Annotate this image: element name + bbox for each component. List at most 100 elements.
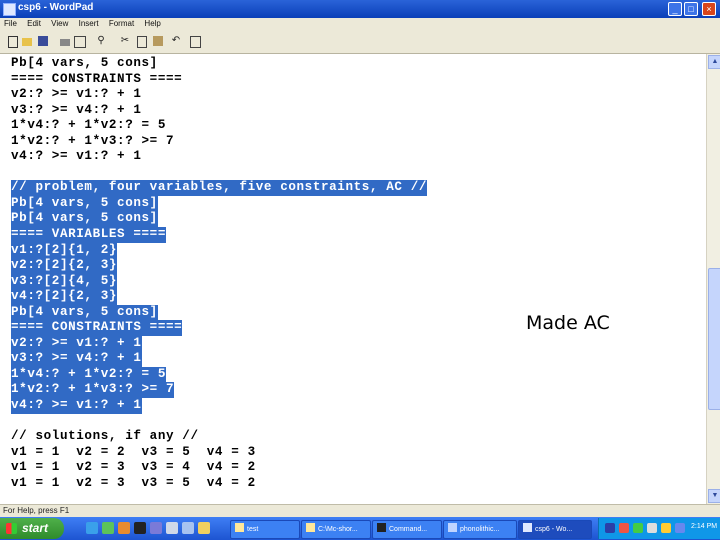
document-line: 1*v2:? + 1*v3:? >= 7	[11, 134, 427, 150]
line-text: v1:?[2]{1, 2}	[11, 242, 118, 259]
task-button-csp6[interactable]: csp6 - Wo...	[518, 520, 592, 539]
document-line: v2:? >= v1:? + 1	[11, 87, 427, 103]
new-icon[interactable]	[8, 36, 18, 48]
line-text: v2:? >= v1:? + 1	[11, 335, 142, 352]
undo-icon[interactable]: ↶	[171, 36, 181, 46]
print-icon[interactable]	[60, 39, 70, 46]
task-button-mcshor[interactable]: C:\Mc-shor...	[301, 520, 371, 539]
line-text: v1 = 1 v2 = 3 v3 = 4 v4 = 2	[11, 460, 256, 475]
clock[interactable]: 2:14 PM	[691, 523, 717, 530]
task-button-phonolithic[interactable]: phonolithic...	[443, 520, 517, 539]
copy-icon[interactable]	[137, 36, 147, 48]
line-text: v4:? >= v1:? + 1	[11, 398, 142, 414]
document-line: 1*v4:? + 1*v2:? = 5	[11, 366, 427, 383]
line-text: v2:?[2]{2, 3}	[11, 258, 118, 274]
document-line: v1 = 1 v2 = 2 v3 = 5 v4 = 3	[11, 445, 427, 461]
tray-icon-5[interactable]	[661, 523, 671, 533]
document-text: Pb[4 vars, 5 cons] ==== CONSTRAINTS ==== v…	[11, 56, 428, 492]
start-label: start	[22, 521, 49, 535]
line-text: 1*v4:? + 1*v2:? = 5	[11, 366, 166, 383]
menu-edit[interactable]: Edit	[23, 18, 45, 28]
task-label: phonolithic...	[460, 526, 500, 533]
minimize-button[interactable]: _	[668, 2, 682, 16]
document-line: // problem, four variables, five constra…	[11, 180, 428, 196]
document-line: ==== CONSTRAINTS ====	[11, 320, 427, 336]
find-icon[interactable]: ⚲	[96, 36, 106, 46]
document-line: v2:?[2]{2, 3}	[11, 258, 427, 274]
document-line: v1 = 1 v2 = 3 v3 = 5 v4 = 2	[11, 476, 427, 492]
line-text: // solutions, if any //	[11, 429, 199, 444]
maximize-button[interactable]: □	[684, 2, 698, 16]
line-text: v1 = 1 v2 = 2 v3 = 5 v4 = 3	[11, 444, 256, 459]
menu-insert[interactable]: Insert	[75, 18, 103, 28]
line-text: ==== CONSTRAINTS ====	[11, 320, 183, 336]
notepad-icon[interactable]	[166, 522, 178, 534]
menu-help[interactable]: Help	[140, 18, 164, 28]
annotation-label: Made AC	[526, 312, 610, 334]
command-prompt-icon[interactable]	[134, 522, 146, 534]
document-line: // solutions, if any //	[11, 429, 427, 445]
print-preview-icon[interactable]	[74, 36, 86, 48]
line-text: // problem, four variables, five constra…	[11, 180, 428, 196]
line-text: Pb[4 vars, 5 cons]	[11, 211, 158, 228]
line-text: 1*v2:? + 1*v3:? >= 7	[11, 382, 175, 399]
start-button[interactable]: start	[0, 518, 64, 539]
task-button-test[interactable]: test	[230, 520, 300, 539]
wordpad-icon	[523, 523, 532, 532]
quick-launch-icon-2[interactable]	[182, 522, 194, 534]
document-line: Pb[4 vars, 5 cons]	[11, 304, 427, 321]
line-text: 1*v2:? + 1*v3:? >= 7	[11, 133, 175, 148]
document-line: v4:? >= v1:? + 1	[11, 149, 427, 165]
line-text: v3:? >= v4:? + 1	[11, 102, 142, 117]
document-line: ==== VARIABLES ====	[11, 227, 427, 243]
line-text: v1 = 1 v2 = 3 v3 = 5 v4 = 2	[11, 475, 256, 490]
tray-icon-2[interactable]	[619, 523, 629, 533]
scroll-down-icon[interactable]: ▼	[708, 489, 720, 503]
task-label: csp6 - Wo...	[535, 526, 573, 533]
quick-launch-icon[interactable]	[150, 522, 162, 534]
menu-file[interactable]: File	[0, 18, 21, 28]
cut-icon[interactable]: ✂	[120, 36, 130, 46]
document-line: 1*v2:? + 1*v3:? >= 7	[11, 382, 427, 399]
close-button[interactable]: ×	[702, 2, 716, 16]
vertical-scrollbar[interactable]: ▲ ▼	[706, 54, 720, 504]
system-tray: 2:14 PM	[598, 518, 720, 539]
show-desktop-icon[interactable]	[102, 522, 114, 534]
menu-format[interactable]: Format	[105, 18, 138, 28]
status-text: For Help, press F1	[3, 506, 70, 515]
volume-icon[interactable]	[675, 523, 685, 533]
status-bar: For Help, press F1	[0, 504, 720, 518]
document-line: v1 = 1 v2 = 3 v3 = 4 v4 = 2	[11, 460, 427, 476]
windows-logo-icon	[6, 523, 17, 534]
console-icon	[377, 523, 386, 532]
paste-icon[interactable]	[153, 36, 163, 46]
save-icon[interactable]	[38, 36, 48, 46]
tray-icon-3[interactable]	[633, 523, 643, 533]
line-text: Pb[4 vars, 5 cons]	[11, 56, 158, 70]
scroll-up-icon[interactable]: ▲	[708, 55, 720, 69]
tray-icon-4[interactable]	[647, 523, 657, 533]
media-player-icon[interactable]	[118, 522, 130, 534]
ie-icon[interactable]	[86, 522, 98, 534]
open-icon[interactable]	[22, 38, 32, 46]
tray-icon-1[interactable]	[605, 523, 615, 533]
toolbar: ⚲ ✂ ↶	[0, 31, 720, 54]
document-area[interactable]: Pb[4 vars, 5 cons] ==== CONSTRAINTS ==== v…	[0, 54, 704, 504]
explorer-icon[interactable]	[198, 522, 210, 534]
document-line: v3:?[2]{4, 5}	[11, 273, 427, 290]
task-label: Command...	[389, 526, 428, 533]
folder-icon	[306, 523, 315, 532]
document-line: v3:? >= v4:? + 1	[11, 351, 427, 367]
line-text: v4:? >= v1:? + 1	[11, 149, 142, 164]
document-line: Pb[4 vars, 5 cons]	[11, 195, 427, 212]
line-text: 1*v4:? + 1*v2:? = 5	[11, 118, 166, 133]
task-button-command[interactable]: Command...	[372, 520, 442, 539]
menu-view[interactable]: View	[47, 18, 72, 28]
task-label: C:\Mc-shor...	[318, 526, 358, 533]
date-time-icon[interactable]	[190, 36, 201, 48]
document-line: ==== CONSTRAINTS ====	[11, 72, 427, 88]
scrollbar-thumb[interactable]	[708, 268, 720, 410]
line-text: v3:?[2]{4, 5}	[11, 273, 118, 290]
document-line: v4:? >= v1:? + 1	[11, 398, 427, 414]
